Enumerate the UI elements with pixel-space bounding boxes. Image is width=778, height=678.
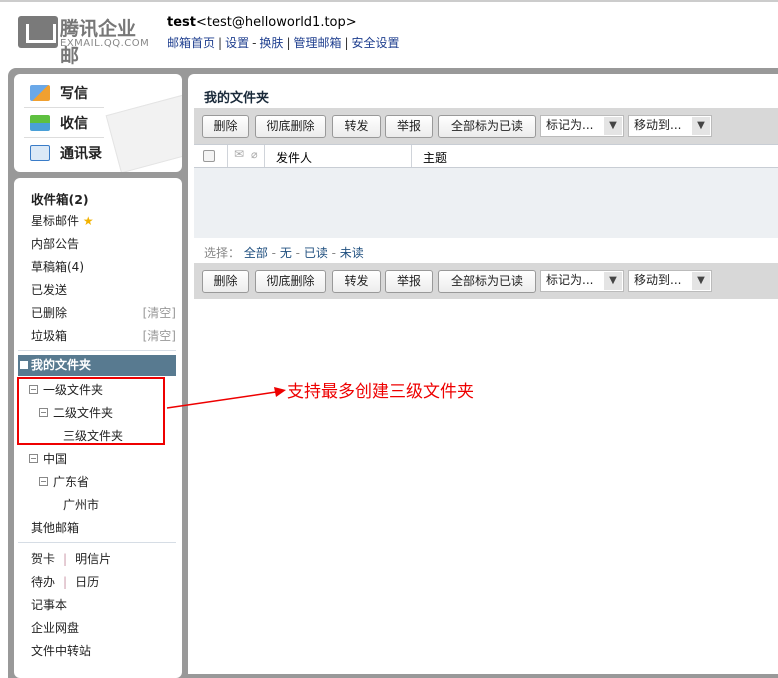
annotation-text: 支持最多创建三级文件夹 (287, 377, 474, 402)
annotation-arrow (0, 0, 778, 668)
